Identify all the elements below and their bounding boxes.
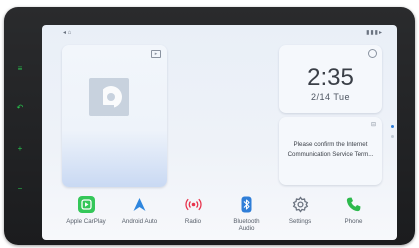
- hw-back-button[interactable]: ↶: [15, 104, 25, 112]
- radio-icon: [184, 196, 202, 213]
- dock-app-label: Phone: [344, 218, 363, 225]
- dock-app-label: Settings: [288, 218, 312, 225]
- gear-icon: [292, 196, 309, 213]
- hw-volume-up-button[interactable]: +: [15, 145, 25, 153]
- page-dot[interactable]: [391, 135, 394, 138]
- notification-icon: ⊟: [370, 122, 376, 128]
- page-dot[interactable]: [391, 125, 394, 128]
- dock-app-label: Apple CarPlay: [66, 218, 106, 225]
- home-screen: ◂ ⌂ ▮▮▮▸ ▸ 2:35 2/14 Tue ⊟ Please confir…: [42, 25, 397, 240]
- clock-widget[interactable]: 2:35 2/14 Tue: [279, 45, 382, 113]
- dock-app-label: Android Auto: [121, 218, 158, 225]
- android-auto-icon: [131, 196, 148, 213]
- notification-widget[interactable]: ⊟ Please confirm the Internet Communicati…: [279, 117, 382, 185]
- notification-text: Please confirm the Internet Communication…: [287, 141, 374, 158]
- dock-app-label: Radio: [184, 218, 202, 225]
- bluetooth-icon: [238, 196, 255, 213]
- media-widget[interactable]: ▸: [62, 45, 167, 187]
- carplay-icon: [77, 196, 95, 213]
- music-note-icon: [89, 78, 129, 116]
- app-dock: Apple CarPlay Android Auto Radio Bluetooth A…: [42, 193, 397, 240]
- clock-icon: [368, 49, 377, 58]
- clock-time: 2:35: [307, 64, 354, 91]
- page-indicator: [390, 125, 395, 145]
- dock-app-label: Bluetooth Audio: [233, 218, 260, 232]
- status-bar-left[interactable]: ◂ ⌂: [63, 29, 71, 36]
- status-bar-right: ▮▮▮▸: [366, 30, 383, 36]
- source-badge-icon: ▸: [151, 50, 161, 58]
- phone-icon: [345, 196, 362, 213]
- head-unit-bezel: ≡ ↶ + − Pioneer ◂ ⌂ ▮▮▮▸ ▸ 2:35 2/14 Tue…: [4, 7, 415, 245]
- hw-volume-down-button[interactable]: −: [15, 185, 25, 193]
- clock-date: 2/14 Tue: [310, 92, 351, 102]
- hw-menu-button[interactable]: ≡: [15, 65, 25, 73]
